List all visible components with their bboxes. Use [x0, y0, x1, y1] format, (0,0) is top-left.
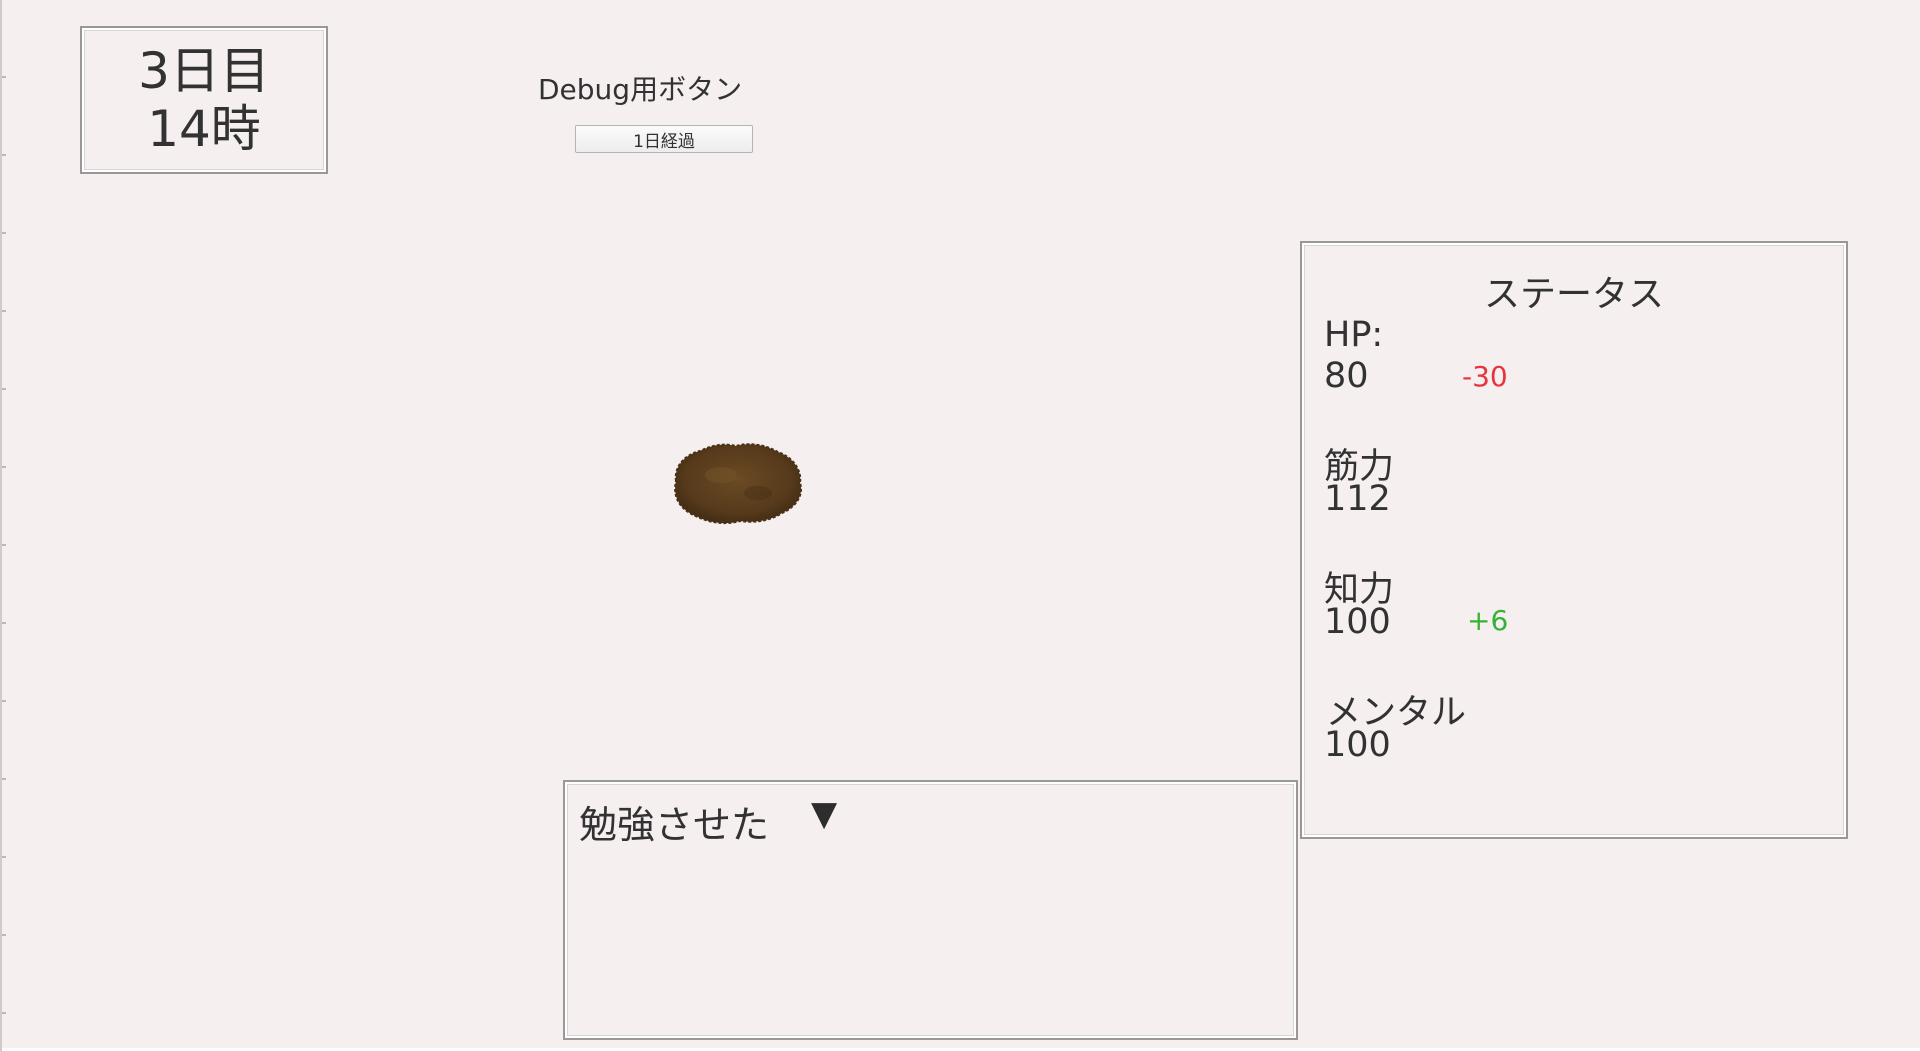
left-edge-ticks	[2, 0, 6, 1051]
debug-label: Debug用ボタン	[538, 73, 743, 106]
message-text: 勉強させた	[579, 803, 770, 847]
hp-value: 80	[1324, 356, 1369, 396]
day-time-panel: 3日目 14時	[80, 26, 328, 174]
character-sprite[interactable]	[666, 437, 808, 527]
status-title: ステータス	[1483, 274, 1664, 315]
strength-value: 112	[1324, 479, 1391, 519]
advance-day-button[interactable]: 1日経過	[575, 125, 753, 153]
status-panel: ステータス HP: 80 -30 筋力 112 知力 100 +6 メンタル 1…	[1300, 241, 1848, 839]
intelligence-value: 100	[1324, 602, 1391, 642]
time-of-day: 14時	[147, 100, 261, 158]
advance-triangle-icon[interactable]: ▼	[811, 794, 837, 834]
hp-delta: -30	[1462, 360, 1508, 393]
message-box: 勉強させた ▼	[563, 780, 1298, 1040]
game-screen: 3日目 14時 Debug用ボタン 1日経過 ステータス HP: 80 -30 …	[0, 0, 1920, 1051]
intelligence-delta: +6	[1467, 604, 1509, 637]
mental-value: 100	[1324, 725, 1391, 765]
hp-label: HP:	[1324, 315, 1384, 355]
day-counter: 3日目	[138, 42, 270, 100]
